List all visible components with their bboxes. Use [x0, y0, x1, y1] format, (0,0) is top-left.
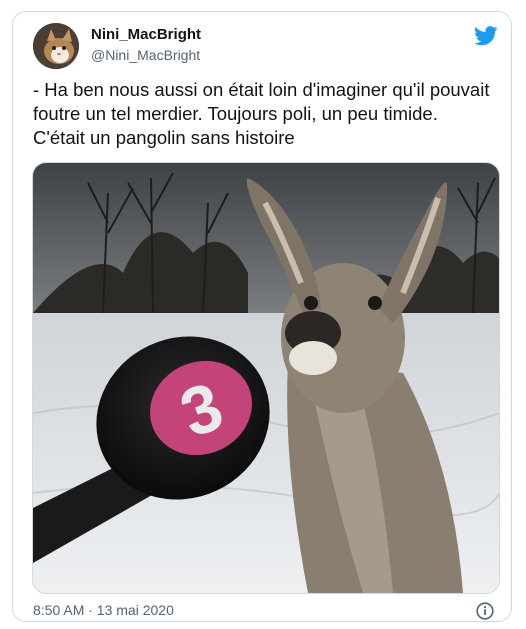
twitter-bird-icon[interactable]	[474, 26, 498, 46]
author-handle[interactable]: @Nini_MacBright	[91, 47, 200, 63]
info-icon[interactable]	[476, 602, 494, 620]
tweet-text: - Ha ben nous aussi on était loin d'imag…	[33, 79, 490, 148]
avatar[interactable]	[33, 23, 79, 69]
tweet-card: Nini_MacBright @Nini_MacBright - Ha ben …	[12, 11, 512, 622]
author-name[interactable]: Nini_MacBright	[91, 26, 201, 43]
tweet-photo[interactable]: 3	[32, 162, 500, 594]
deer-interview-photo: 3	[33, 163, 499, 593]
cat-avatar-image	[33, 23, 79, 69]
tweet-timestamp[interactable]: 8:50 AM · 13 mai 2020	[33, 602, 174, 618]
